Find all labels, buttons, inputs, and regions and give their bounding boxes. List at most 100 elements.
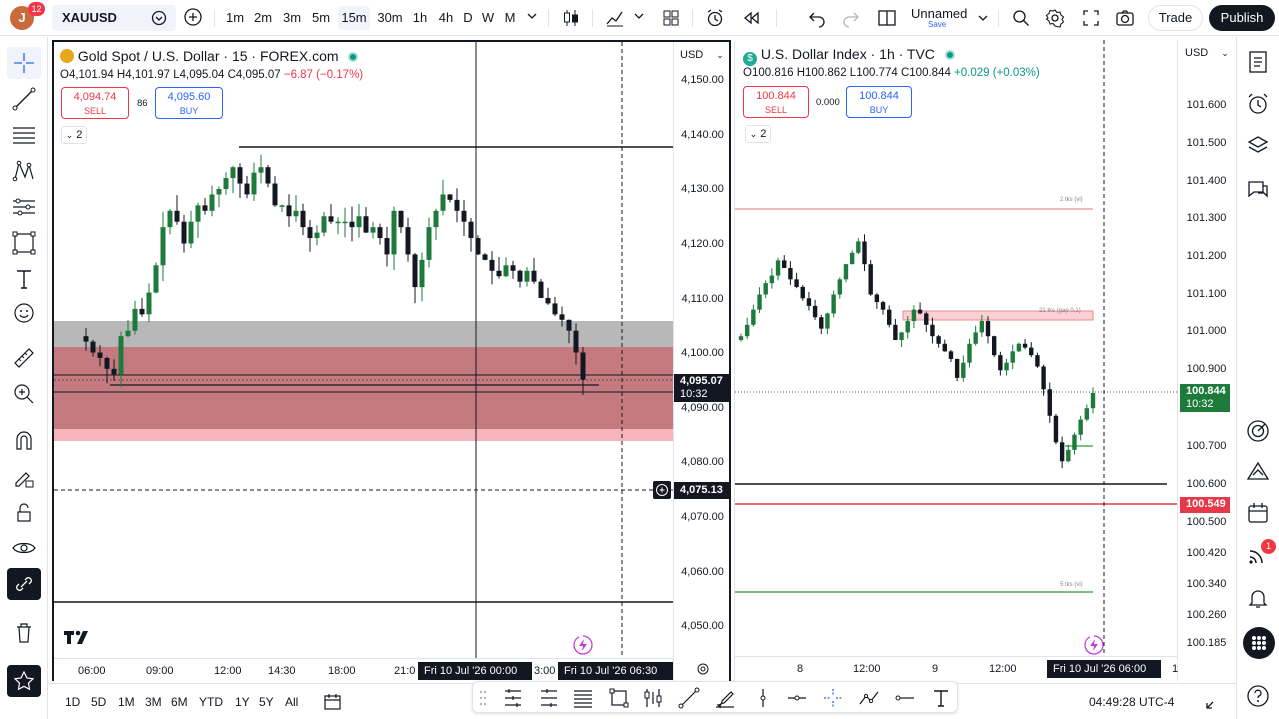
pattern-tool-icon[interactable] xyxy=(10,157,38,185)
redo-icon[interactable] xyxy=(840,7,864,31)
text-tool-icon[interactable] xyxy=(929,686,953,710)
range-1d[interactable]: 1D xyxy=(65,695,80,709)
alert-clock-icon[interactable] xyxy=(704,7,728,31)
sell-button[interactable]: 100.844 SELL xyxy=(743,86,809,118)
crosshair-tool-icon[interactable] xyxy=(7,47,41,79)
xauusd-chart-canvas[interactable] xyxy=(54,42,673,681)
range-1m[interactable]: 1M xyxy=(118,695,135,709)
range-5d[interactable]: 5D xyxy=(91,695,106,709)
interval-dropdown-icon[interactable] xyxy=(524,8,548,32)
link-icon[interactable] xyxy=(7,568,41,600)
range-all[interactable]: All xyxy=(285,695,298,709)
layers-icon[interactable] xyxy=(1245,133,1271,159)
alarm-clock-icon[interactable] xyxy=(1245,91,1271,117)
indicators-collapse-button[interactable]: ⌄ 2 xyxy=(745,125,771,143)
draw-lock-pencil-icon[interactable] xyxy=(10,463,38,491)
fvg-tool-icon[interactable] xyxy=(641,686,665,710)
trend-line-icon[interactable] xyxy=(10,85,38,113)
symbol-search[interactable]: XAUUSD xyxy=(52,5,176,31)
interval-w[interactable]: W xyxy=(479,6,497,30)
interval-30m[interactable]: 30m xyxy=(374,6,406,30)
long-position-icon[interactable] xyxy=(501,686,525,710)
lightning-icon[interactable] xyxy=(572,634,594,656)
favorites-star-icon[interactable] xyxy=(7,665,41,697)
chevron-down-icon[interactable] xyxy=(632,9,656,33)
target-icon[interactable] xyxy=(1245,418,1271,444)
chart-pane-dxy[interactable]: $ U.S. Dollar Index · 1h · TVC O100.816 … xyxy=(734,40,1234,681)
undo-icon[interactable] xyxy=(806,7,830,31)
vertical-line-icon[interactable] xyxy=(751,686,775,710)
fullscreen-icon[interactable] xyxy=(1080,7,1104,31)
price-axis[interactable]: USD ⌄ 4,150.00 4,140.00 4,130.00 4,120.00 4,… xyxy=(673,42,729,681)
ruler-icon[interactable] xyxy=(10,344,38,372)
interval-d[interactable]: D xyxy=(459,6,477,30)
forecast-tool-icon[interactable] xyxy=(10,193,38,221)
chat-icon[interactable] xyxy=(1245,177,1271,203)
rectangle-tool-icon[interactable] xyxy=(607,686,631,710)
clock-time[interactable]: 04:49:28 UTC-4 xyxy=(1089,695,1174,709)
products-apps-icon[interactable] xyxy=(1243,627,1275,659)
notifications-bell-icon[interactable] xyxy=(1245,585,1271,611)
brush-icon[interactable] xyxy=(713,686,737,710)
time-axis[interactable]: 06:00 09:00 12:00 14:30 18:00 21:0 Fri 1… xyxy=(54,658,673,681)
rectangle-tool-icon[interactable] xyxy=(10,229,38,257)
trade-button[interactable]: Trade xyxy=(1148,5,1203,31)
indicators-icon[interactable] xyxy=(604,7,628,31)
settings-gear-icon[interactable] xyxy=(1044,7,1068,31)
drag-handle-icon[interactable] xyxy=(479,689,487,707)
interval-2m[interactable]: 2m xyxy=(250,6,276,30)
indicators-collapse-button[interactable]: ⌄ 2 xyxy=(61,126,87,144)
publish-button[interactable]: Publish xyxy=(1209,5,1275,31)
path-tool-icon[interactable] xyxy=(857,686,881,710)
interval-1m[interactable]: 1m xyxy=(222,6,248,30)
range-1y[interactable]: 1Y xyxy=(235,695,250,709)
replay-icon[interactable] xyxy=(740,7,764,31)
ray-icon[interactable] xyxy=(893,686,917,710)
trend-line-icon[interactable] xyxy=(677,686,701,710)
interval-3m[interactable]: 3m xyxy=(279,6,305,30)
range-3m[interactable]: 3M xyxy=(145,695,162,709)
currency-select[interactable]: USD ⌄ xyxy=(680,49,724,61)
add-alert-plus-icon[interactable] xyxy=(653,481,671,499)
watchlist-icon[interactable] xyxy=(1245,49,1271,75)
buy-button[interactable]: 4,095.60 BUY xyxy=(155,87,223,119)
buy-button[interactable]: 100.844 BUY xyxy=(846,86,912,118)
interval-5m[interactable]: 5m xyxy=(308,6,334,30)
quick-search-icon[interactable] xyxy=(1010,7,1034,31)
candles-icon[interactable] xyxy=(560,7,584,31)
zoom-in-icon[interactable] xyxy=(10,380,38,408)
trash-icon[interactable] xyxy=(10,619,38,647)
layout-grid-icon[interactable] xyxy=(660,7,684,31)
add-symbol-icon[interactable] xyxy=(182,6,206,30)
short-position-icon[interactable] xyxy=(537,686,561,710)
fib-channel-icon[interactable] xyxy=(571,686,595,710)
interval-4h[interactable]: 4h xyxy=(434,6,458,30)
ideas-icon[interactable] xyxy=(1245,458,1271,484)
dxy-chart-canvas[interactable] xyxy=(735,40,1177,656)
cross-line-icon[interactable] xyxy=(821,686,845,710)
range-5y[interactable]: 5Y xyxy=(259,695,274,709)
camera-icon[interactable] xyxy=(1114,7,1138,31)
maximize-icon[interactable] xyxy=(1203,694,1221,712)
text-tool-icon[interactable] xyxy=(10,265,38,293)
symbol-compare-icon[interactable] xyxy=(150,9,168,27)
price-axis[interactable]: USD ⌄ 101.600 101.500 101.400 101.300 101.20… xyxy=(1177,40,1234,681)
interval-1h[interactable]: 1h xyxy=(408,6,432,30)
horizontal-line-icon[interactable] xyxy=(785,686,809,710)
chart-pane-xauusd[interactable]: Gold Spot / U.S. Dollar · 15 · FOREX.com… xyxy=(52,40,731,681)
lightning-icon[interactable] xyxy=(1083,634,1105,656)
range-6m[interactable]: 6M xyxy=(171,695,188,709)
currency-select[interactable]: USD ⌄ xyxy=(1185,47,1229,59)
magnet-icon[interactable] xyxy=(10,427,38,455)
fib-retracement-icon[interactable] xyxy=(10,121,38,149)
layout-name[interactable]: Unnamed Save xyxy=(908,5,994,31)
goto-date-icon[interactable] xyxy=(323,692,343,712)
split-layout-icon[interactable] xyxy=(876,7,900,31)
calendar-icon[interactable] xyxy=(1245,500,1271,526)
eye-icon[interactable] xyxy=(10,534,38,562)
sell-button[interactable]: 4,094.74 SELL xyxy=(61,87,129,119)
interval-15m[interactable]: 15m xyxy=(338,6,370,30)
help-icon[interactable] xyxy=(1245,683,1271,709)
interval-m[interactable]: M xyxy=(500,6,520,30)
emoji-icon[interactable] xyxy=(10,299,38,327)
